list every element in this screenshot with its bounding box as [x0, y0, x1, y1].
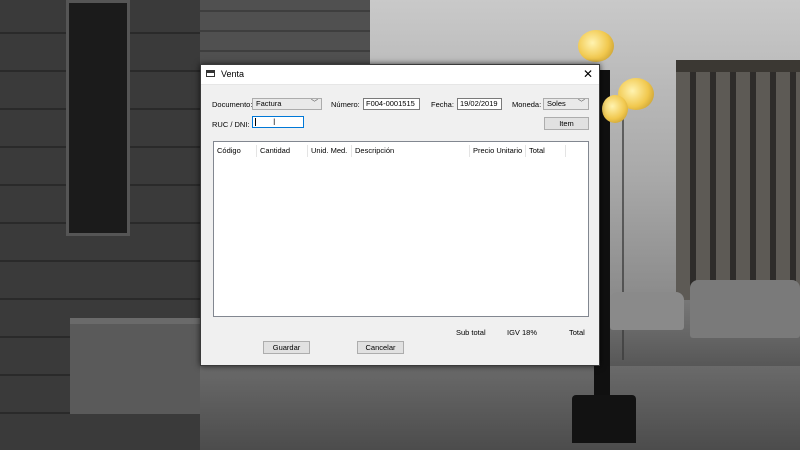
cancelar-button[interactable]: Cancelar: [357, 341, 404, 354]
fecha-label: Fecha:: [431, 100, 454, 109]
wall-window: [66, 0, 130, 236]
window-title: Venta: [221, 69, 245, 79]
fecha-field[interactable]: 19/02/2019: [457, 98, 502, 110]
column-header-precio-unitario[interactable]: Precio Unitario: [470, 145, 526, 157]
chevron-down-icon: ﹀: [578, 100, 585, 107]
lamp-base: [572, 395, 636, 443]
ibeam-cursor-icon: I: [273, 117, 276, 127]
column-header-cantidad[interactable]: Cantidad: [257, 145, 308, 157]
close-button[interactable]: ✕: [577, 65, 599, 84]
igv-label: IGV 18%: [507, 328, 538, 337]
venta-window: Venta ✕ Documento: Factura ﹀ Número: F00…: [200, 64, 600, 366]
ruc-field[interactable]: I: [252, 116, 304, 128]
lamp-globe: [578, 30, 614, 62]
numero-field[interactable]: F004-0001515: [363, 98, 420, 110]
moneda-label: Moneda:: [512, 100, 542, 109]
subtotal-label: Sub total: [456, 328, 486, 337]
numero-label: Número:: [331, 100, 360, 109]
guardar-button[interactable]: Guardar: [263, 341, 310, 354]
documento-label: Documento:: [212, 100, 253, 109]
text-caret: [255, 118, 256, 126]
total-label: Total: [569, 328, 585, 337]
stone-wall-top: [200, 0, 370, 70]
ruc-label: RUC / DNI:: [212, 120, 250, 129]
chevron-down-icon: ﹀: [311, 100, 318, 107]
car-left: [610, 292, 684, 330]
lamp-globe: [602, 95, 628, 123]
column-header-unid-med[interactable]: Unid. Med.: [308, 145, 352, 157]
column-header-total[interactable]: Total: [526, 145, 566, 157]
documento-value: Factura: [256, 99, 282, 108]
building-right: [676, 72, 800, 304]
moneda-value: Soles: [547, 99, 566, 108]
column-header-codigo[interactable]: Código: [214, 145, 257, 157]
moneda-select[interactable]: Soles ﹀: [543, 98, 589, 110]
column-header-descripcion[interactable]: Descripción: [352, 145, 470, 157]
items-table[interactable]: Código Cantidad Unid. Med. Descripción P…: [213, 141, 589, 317]
app-window-icon: [206, 70, 215, 77]
planter: [70, 318, 200, 414]
documento-select[interactable]: Factura ﹀: [252, 98, 322, 110]
title-bar[interactable]: Venta ✕: [201, 65, 599, 85]
item-button[interactable]: Item: [544, 117, 589, 130]
car-right: [690, 280, 800, 338]
